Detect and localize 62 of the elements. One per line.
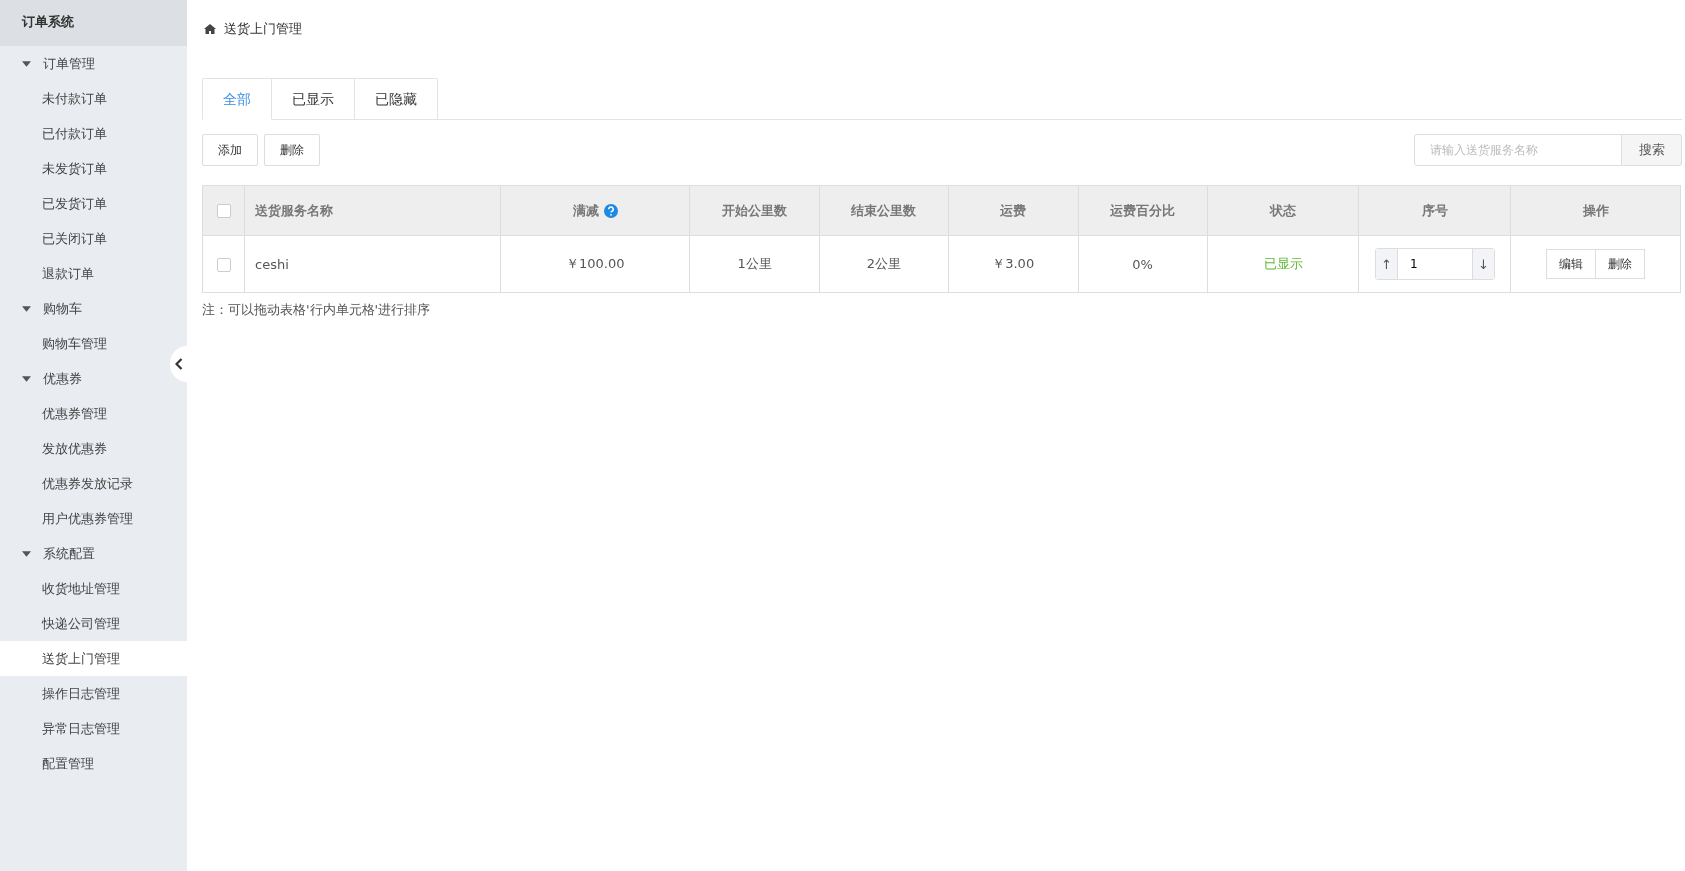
row-action-button[interactable]: 编辑 [1546, 249, 1597, 279]
menu-group[interactable]: 系统配置 [0, 536, 95, 571]
column-header: 运费百分比 [1078, 185, 1208, 236]
menu-item[interactable]: 已关闭订单 [0, 221, 187, 256]
row-checkbox[interactable] [216, 257, 231, 272]
column-header: 状态 [1207, 185, 1359, 236]
collapse-handle[interactable] [170, 346, 187, 382]
column-header: 结束公里数 [819, 185, 949, 236]
table-cell: 0% [1078, 235, 1208, 293]
column-header: 序号 [1359, 185, 1511, 236]
menu-item[interactable]: 用户优惠券管理 [0, 501, 187, 536]
table-cell: 2公里 [819, 235, 949, 293]
menu-item[interactable]: 快递公司管理 [0, 606, 187, 641]
menu-item[interactable]: 购物车管理 [0, 326, 187, 361]
menu-item[interactable]: 未付款订单 [0, 81, 187, 116]
caret-icon [22, 550, 31, 557]
select-all-checkbox[interactable] [216, 204, 231, 219]
menu-item[interactable]: 未发货订单 [0, 151, 187, 186]
column-header: 操作 [1510, 185, 1681, 236]
column-header: 开始公里数 [689, 185, 820, 236]
menu-item[interactable]: 已发货订单 [0, 186, 187, 221]
table-cell: ￥3.00 [948, 235, 1079, 293]
tab[interactable]: 已隐藏 [355, 78, 438, 119]
table-cell: 1公里 [689, 235, 820, 293]
search-button[interactable]: 搜索 [1622, 134, 1682, 166]
caret-icon [22, 60, 31, 67]
breadcrumb: 送货上门管理 [224, 20, 302, 38]
menu-group[interactable]: 订单管理 [0, 46, 95, 81]
chevron-left-icon [174, 358, 183, 370]
menu-item[interactable]: 送货上门管理 [0, 641, 187, 676]
menu-item[interactable]: 异常日志管理 [0, 711, 187, 746]
help-icon [603, 203, 618, 218]
table-cell: ceshi [244, 235, 501, 293]
column-header: 运费 [948, 185, 1079, 236]
tab[interactable]: 全部 [202, 78, 272, 120]
menu-item[interactable]: 收货地址管理 [0, 571, 187, 606]
caret-icon [22, 375, 31, 382]
menu-item[interactable]: 配置管理 [0, 746, 187, 781]
menu-item[interactable]: 已付款订单 [0, 116, 187, 151]
home-icon [204, 24, 216, 34]
tab[interactable]: 已显示 [272, 78, 355, 119]
menu-item[interactable]: 操作日志管理 [0, 676, 187, 711]
toolbar-button[interactable]: 添加 [202, 134, 258, 166]
caret-icon [22, 305, 31, 312]
menu-item[interactable]: 退款订单 [0, 256, 187, 291]
row-action-button[interactable]: 删除 [1596, 249, 1646, 279]
column-header: 送货服务名称 [244, 185, 501, 236]
table-cell: ￥100.00 [500, 235, 690, 293]
search-field[interactable]: 请输入送货服务名称 [1414, 134, 1622, 166]
move-down-button[interactable]: ↓ [1472, 249, 1494, 279]
move-up-button[interactable]: ↑ [1375, 249, 1397, 279]
sidebar-title: 订单系统 [0, 0, 187, 46]
toolbar-button[interactable]: 删除 [264, 134, 320, 166]
note-text: 注：可以拖动表格'行内单元格'进行排序 [202, 301, 432, 319]
order-stepper[interactable]: ↑ 1 ↓ [1374, 248, 1495, 280]
menu-item[interactable]: 优惠券发放记录 [0, 466, 187, 501]
column-label: 满减 [572, 201, 599, 220]
menu-group[interactable]: 优惠券 [0, 361, 82, 396]
menu-group[interactable]: 购物车 [0, 291, 82, 326]
status-cell: 已显示 [1207, 235, 1359, 293]
menu-item[interactable]: 优惠券管理 [0, 396, 187, 431]
menu-item[interactable]: 发放优惠券 [0, 431, 187, 466]
